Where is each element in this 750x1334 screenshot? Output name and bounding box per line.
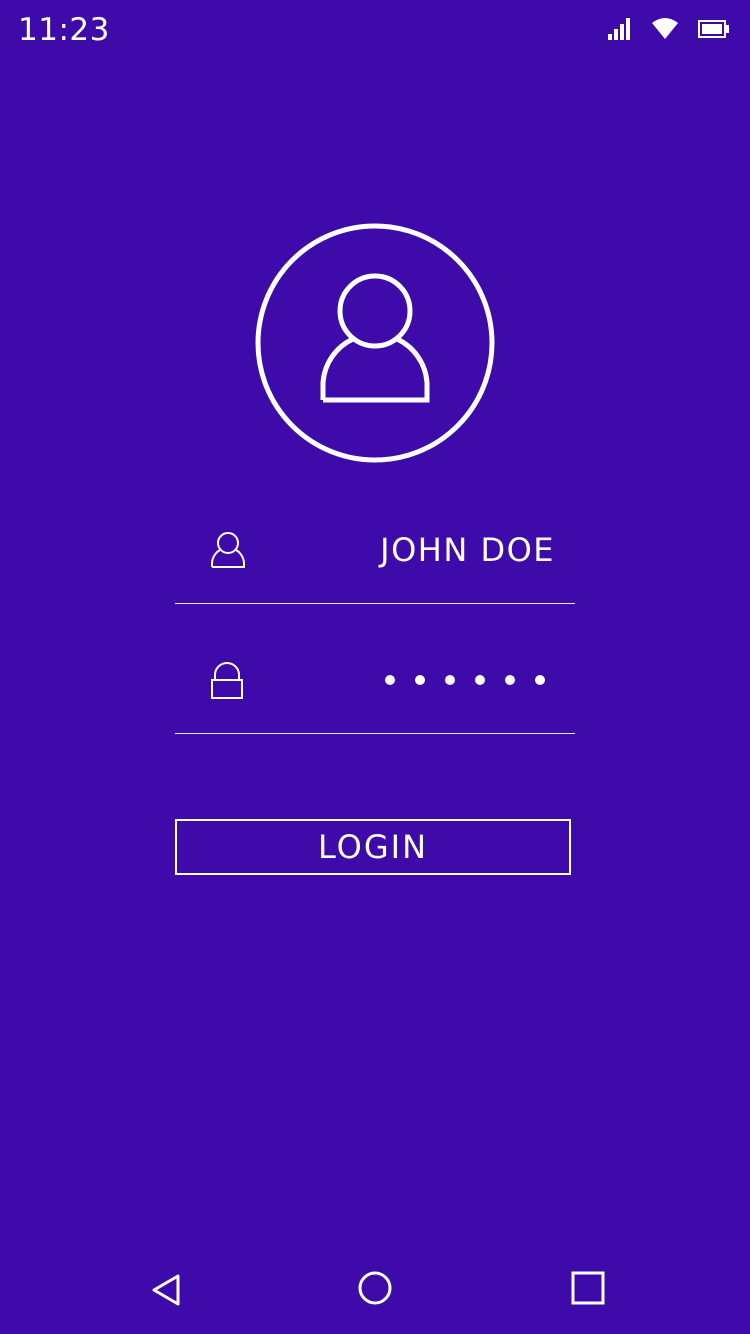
signal-icon <box>608 18 632 40</box>
password-dot <box>385 675 395 685</box>
status-icons <box>608 18 730 40</box>
username-field[interactable]: JOHN DOE <box>175 523 575 604</box>
wifi-icon <box>652 18 678 40</box>
user-icon <box>210 523 250 578</box>
status-time: 11:23 <box>18 12 110 48</box>
lock-icon <box>210 653 250 708</box>
password-dot <box>505 675 515 685</box>
password-dot <box>445 675 455 685</box>
password-field[interactable] <box>175 653 575 734</box>
status-bar: 11:23 <box>0 0 750 60</box>
battery-icon <box>698 20 730 38</box>
password-dot <box>535 675 545 685</box>
back-icon[interactable] <box>148 1270 188 1310</box>
password-dot <box>415 675 425 685</box>
login-button[interactable]: LOGIN <box>175 819 571 875</box>
password-mask <box>385 675 545 685</box>
user-avatar-icon <box>255 223 495 463</box>
home-icon[interactable] <box>355 1270 395 1310</box>
recents-icon[interactable] <box>568 1270 608 1310</box>
password-dot <box>475 675 485 685</box>
nav-bar <box>0 1240 750 1334</box>
username-value: JOHN DOE <box>380 531 555 569</box>
